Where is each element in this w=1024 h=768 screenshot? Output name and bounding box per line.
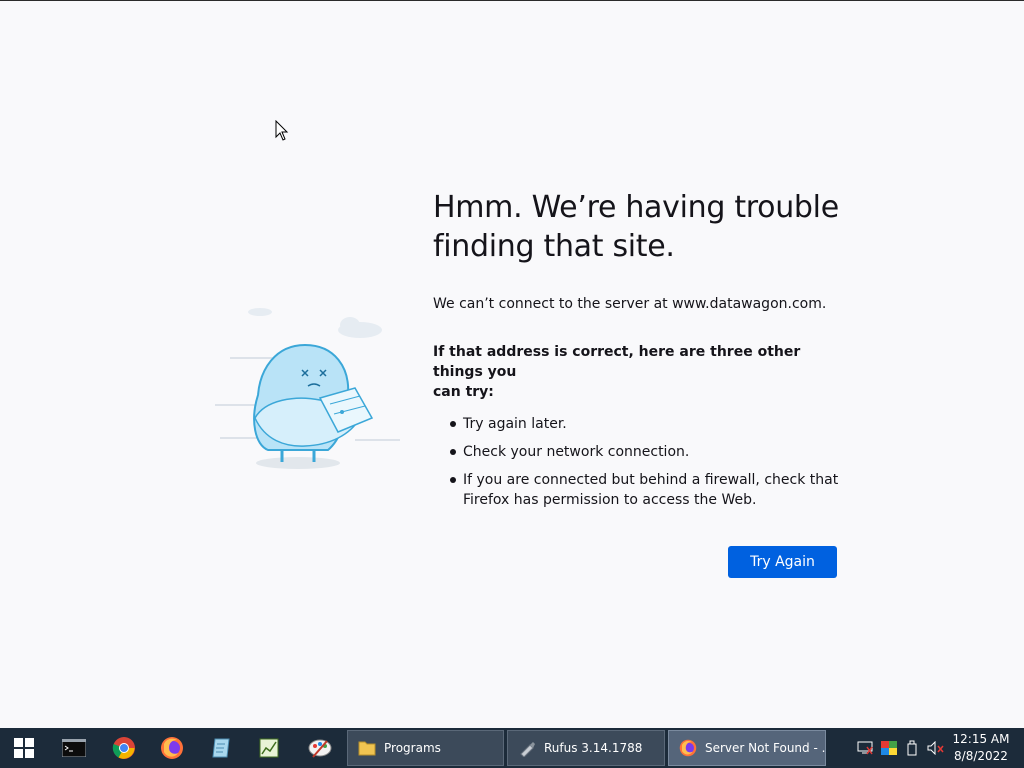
volume-muted-icon[interactable] <box>926 728 946 768</box>
windows-start-icon[interactable] <box>0 728 48 768</box>
mouse-cursor-icon <box>275 120 289 141</box>
suggestions-heading-line-2: can try: <box>433 384 494 400</box>
color-display-icon[interactable] <box>880 728 898 768</box>
taskbar-window-rufus[interactable]: Rufus 3.14.1788 <box>507 730 665 766</box>
folder-icon <box>358 739 376 757</box>
bullet-icon <box>450 449 456 455</box>
taskbar-clock[interactable]: 12:15 AM 8/8/2022 <box>944 731 1018 765</box>
suggestion-text: Try again later. <box>463 416 567 432</box>
suggestion-text: Check your network connection. <box>463 444 690 460</box>
suggestion-text: If you are connected but behind a firewa… <box>463 472 839 488</box>
bullet-icon <box>450 477 456 483</box>
suggestions-list: Try again later. Check your network conn… <box>433 414 843 510</box>
error-description: We can’t connect to the server at www.da… <box>433 296 827 312</box>
usb-drive-icon <box>518 739 536 757</box>
suggestion-text-continued: Firefox has permission to access the Web… <box>463 492 757 508</box>
chrome-icon[interactable] <box>100 728 148 768</box>
error-content: Hmm. We’re having trouble finding that s… <box>433 188 843 518</box>
clock-date: 8/8/2022 <box>954 749 1008 763</box>
suggestions-heading: If that address is correct, here are thr… <box>433 342 843 402</box>
suggestion-item: Check your network connection. <box>433 442 843 462</box>
command-prompt-icon[interactable] <box>50 728 98 768</box>
usb-device-icon[interactable] <box>904 728 920 768</box>
try-again-button[interactable]: Try Again <box>728 546 837 578</box>
notepad-icon[interactable] <box>197 728 245 768</box>
suggestion-item: If you are connected but behind a firewa… <box>433 470 843 510</box>
app-chart-icon[interactable] <box>245 728 293 768</box>
taskbar-window-programs[interactable]: Programs <box>347 730 504 766</box>
firefox-icon <box>679 739 697 757</box>
dinosaur-illustration-icon <box>215 308 400 469</box>
bullet-icon <box>450 421 456 427</box>
suggestions-heading-line-1: If that address is correct, here are thr… <box>433 344 801 380</box>
taskbar-window-label: Rufus 3.14.1788 <box>544 741 643 755</box>
clock-time: 12:15 AM <box>952 732 1010 746</box>
title-line-2: finding that site. <box>433 229 675 264</box>
taskbar-window-label: Server Not Found - ... <box>705 741 825 755</box>
suggestion-item: Try again later. <box>433 414 843 434</box>
title-line-1: Hmm. We’re having trouble <box>433 190 839 225</box>
taskbar-window-firefox[interactable]: Server Not Found - ... <box>668 730 826 766</box>
taskbar: Programs Rufus 3.14.1788 Server Not Foun… <box>0 728 1024 768</box>
firefox-icon[interactable] <box>148 728 196 768</box>
network-icon[interactable] <box>856 728 874 768</box>
taskbar-window-label: Programs <box>384 741 441 755</box>
page-title: Hmm. We’re having trouble finding that s… <box>433 188 843 266</box>
paint-icon[interactable] <box>296 728 344 768</box>
